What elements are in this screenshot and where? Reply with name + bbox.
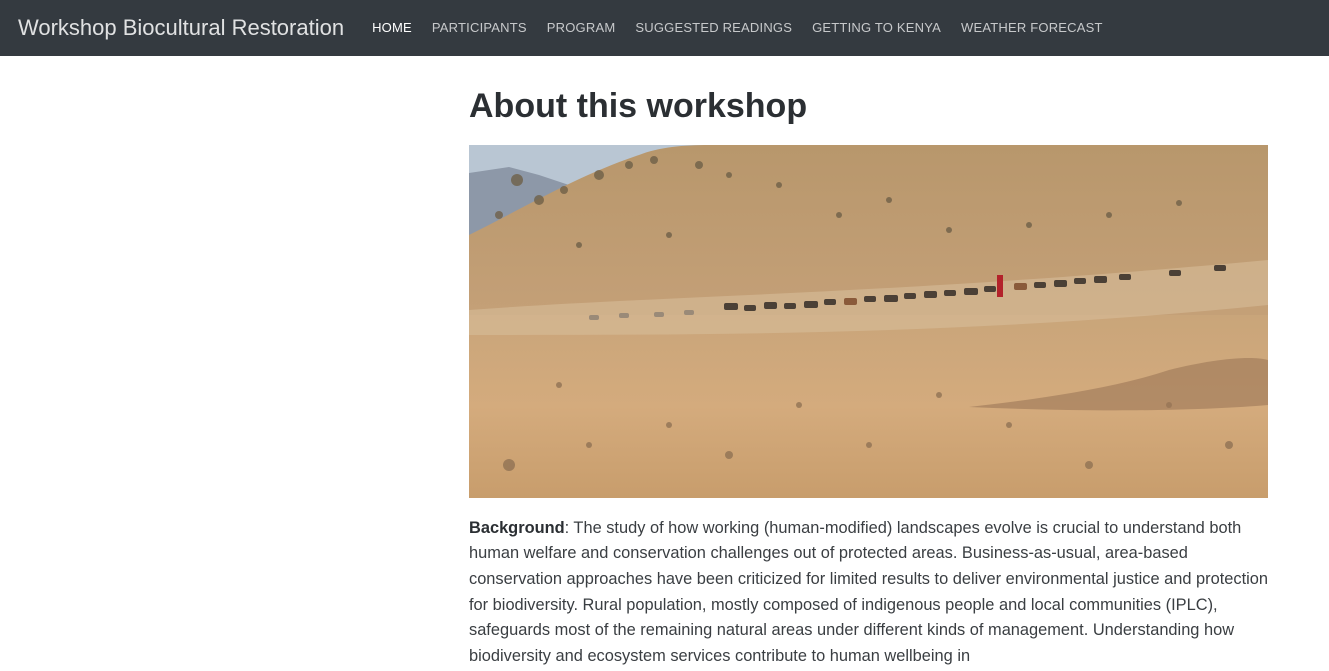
brand-link[interactable]: Workshop Biocultural Restoration [18, 15, 344, 41]
background-paragraph: Background: The study of how working (hu… [469, 516, 1269, 670]
nav-item-program: PROGRAM [537, 0, 626, 56]
hero-landscape-image [469, 144, 1268, 498]
nav-item-participants: PARTICIPANTS [422, 0, 537, 56]
background-label: Background [469, 518, 565, 537]
nav-link-participants[interactable]: PARTICIPANTS [422, 0, 537, 56]
nav-link-weather-forecast[interactable]: WEATHER FORECAST [951, 0, 1113, 56]
herder-figure [997, 274, 1003, 297]
nav-link-getting-to-kenya[interactable]: GETTING TO KENYA [802, 0, 951, 56]
nav-link-program[interactable]: PROGRAM [537, 0, 626, 56]
page-title: About this workshop [469, 87, 808, 125]
nav-item-suggested-readings: SUGGESTED READINGS [625, 0, 802, 56]
nav-menu: HOME PARTICIPANTS PROGRAM SUGGESTED READ… [362, 0, 1113, 56]
nav-item-home: HOME [362, 0, 422, 56]
top-navbar: Workshop Biocultural Restoration HOME PA… [0, 0, 1329, 56]
nav-item-weather-forecast: WEATHER FORECAST [951, 0, 1113, 56]
nav-link-home[interactable]: HOME [362, 0, 422, 56]
background-text: : The study of how working (human-modifi… [469, 518, 1269, 665]
main-content: About this workshop Background: The stud… [469, 56, 1269, 669]
nav-item-getting-to-kenya: GETTING TO KENYA [802, 0, 951, 56]
nav-link-suggested-readings[interactable]: SUGGESTED READINGS [625, 0, 802, 56]
